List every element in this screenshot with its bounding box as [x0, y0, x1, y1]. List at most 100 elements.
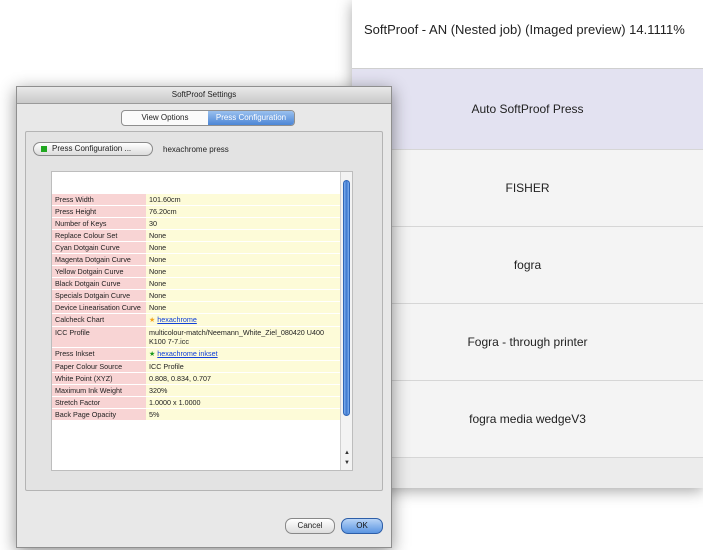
press-list: Auto SoftProof Press FISHER fogra Fogra - t…: [352, 69, 703, 458]
ok-button[interactable]: OK: [341, 518, 383, 534]
press-configuration-button[interactable]: Press Configuration ...: [33, 142, 153, 156]
table-row: Replace Colour Set None: [52, 229, 340, 242]
property-value: multicolour-match/Neemann_White_Ziel_080…: [149, 328, 324, 346]
property-key: Replace Colour Set: [52, 229, 146, 242]
table-row: Black Dotgain Curve None: [52, 277, 340, 290]
property-value-cell: 30: [146, 217, 340, 230]
property-value: None: [149, 303, 167, 312]
property-value-cell: ★ hexachrome inkset: [146, 347, 340, 361]
press-list-item[interactable]: Fogra - through printer: [352, 304, 703, 381]
property-key: Press Width: [52, 194, 146, 206]
property-value: 0.808, 0.834, 0.707: [149, 374, 211, 383]
table-row: White Point (XYZ) 0.808, 0.834, 0.707: [52, 372, 340, 385]
table-row: Calcheck Chart ★ hexachrome: [52, 313, 340, 327]
table-row: Stretch Factor 1.0000 x 1.0000: [52, 396, 340, 409]
press-list-item[interactable]: fogra media wedgeV3: [352, 381, 703, 458]
table-row: Cyan Dotgain Curve None: [52, 241, 340, 254]
scroll-arrows[interactable]: ▲ ▼: [341, 448, 352, 470]
softproof-list-window: SoftProof - AN (Nested job) (Imaged prev…: [352, 0, 703, 488]
table-row: Press Height 76.20cm: [52, 205, 340, 218]
softproof-settings-dialog: SoftProof Settings View Options Press Co…: [16, 86, 392, 548]
property-value: None: [149, 267, 167, 276]
property-key: Specials Dotgain Curve: [52, 289, 146, 302]
property-value: 30: [149, 219, 157, 228]
property-value-cell: 5%: [146, 408, 340, 421]
green-star-icon: ★: [149, 351, 156, 358]
press-configuration-button-label: Press Configuration ...: [52, 144, 132, 153]
scroll-up-arrow-icon[interactable]: ▲: [341, 448, 352, 458]
property-key: Magenta Dotgain Curve: [52, 253, 146, 266]
table-row: Yellow Dotgain Curve None: [52, 265, 340, 278]
table-row: Specials Dotgain Curve None: [52, 289, 340, 302]
table-row: Press Width 101.60cm: [52, 194, 340, 206]
property-value-cell: None: [146, 301, 340, 314]
property-value-link[interactable]: hexachrome: [157, 315, 197, 324]
property-value: 76.20cm: [149, 207, 177, 216]
property-value-cell: 0.808, 0.834, 0.707: [146, 372, 340, 385]
property-value: 101.60cm: [149, 195, 181, 204]
property-value-cell: None: [146, 277, 340, 290]
table-row: Paper Colour Source ICC Profile: [52, 360, 340, 373]
property-value-cell: None: [146, 241, 340, 254]
property-value: None: [149, 243, 167, 252]
property-value-cell: None: [146, 265, 340, 278]
property-key: Stretch Factor: [52, 396, 146, 409]
property-key: ICC Profile: [52, 326, 146, 348]
property-value-cell: ICC Profile: [146, 360, 340, 373]
list-window-title: SoftProof - AN (Nested job) (Imaged prev…: [352, 0, 703, 69]
property-value: None: [149, 279, 167, 288]
table-row: Press Inkset ★ hexachrome inkset: [52, 347, 340, 361]
properties-table: Press Width 101.60cm Press Height 76.20cm Nu…: [52, 194, 340, 421]
property-key: White Point (XYZ): [52, 372, 146, 385]
property-value: None: [149, 291, 167, 300]
press-list-item[interactable]: fogra: [352, 227, 703, 304]
table-row: ICC Profile multicolour-match/Neemann_Whi…: [52, 326, 340, 348]
property-value: ICC Profile: [149, 362, 184, 371]
properties-table-container: Press Width 101.60cm Press Height 76.20cm Nu…: [51, 171, 353, 471]
property-value-cell: ★ hexachrome: [146, 313, 340, 327]
property-key: Black Dotgain Curve: [52, 277, 146, 290]
property-value-cell: 101.60cm: [146, 194, 340, 206]
green-status-icon: [41, 146, 47, 152]
press-list-item[interactable]: Auto SoftProof Press: [352, 69, 703, 150]
cancel-button[interactable]: Cancel: [285, 518, 335, 534]
orange-star-icon: ★: [149, 317, 156, 324]
property-value-cell: 1.0000 x 1.0000: [146, 396, 340, 409]
property-key: Number of Keys: [52, 217, 146, 230]
property-key: Yellow Dotgain Curve: [52, 265, 146, 278]
table-row: Device Linearisation Curve None: [52, 301, 340, 314]
property-key: Cyan Dotgain Curve: [52, 241, 146, 254]
tab-bar: View Options Press Configuration: [121, 110, 295, 126]
dialog-title: SoftProof Settings: [17, 87, 391, 104]
property-key: Press Height: [52, 205, 146, 218]
property-key: Device Linearisation Curve: [52, 301, 146, 314]
tab-press-configuration[interactable]: Press Configuration: [208, 111, 294, 125]
property-value-cell: None: [146, 229, 340, 242]
table-row: Back Page Opacity 5%: [52, 408, 340, 421]
property-value: 320%: [149, 386, 168, 395]
property-value: 5%: [149, 410, 160, 419]
property-key: Paper Colour Source: [52, 360, 146, 373]
property-value-cell: None: [146, 289, 340, 302]
property-value-cell: 76.20cm: [146, 205, 340, 218]
property-value-cell: None: [146, 253, 340, 266]
table-row: Maximum Ink Weight 320%: [52, 384, 340, 397]
tab-view-options[interactable]: View Options: [122, 111, 208, 125]
property-value: 1.0000 x 1.0000: [149, 398, 201, 407]
property-value: None: [149, 255, 167, 264]
press-list-item[interactable]: FISHER: [352, 150, 703, 227]
table-row: Magenta Dotgain Curve None: [52, 253, 340, 266]
property-value-cell: 320%: [146, 384, 340, 397]
property-value-cell: multicolour-match/Neemann_White_Ziel_080…: [146, 326, 340, 348]
property-key: Back Page Opacity: [52, 408, 146, 421]
vertical-scrollbar[interactable]: ▲ ▼: [340, 172, 352, 470]
property-value: None: [149, 231, 167, 240]
scrollbar-thumb[interactable]: [343, 180, 350, 416]
property-value-link[interactable]: hexachrome inkset: [157, 349, 217, 358]
property-key: Calcheck Chart: [52, 313, 146, 327]
table-row: Number of Keys 30: [52, 217, 340, 230]
scroll-down-arrow-icon[interactable]: ▼: [341, 458, 352, 468]
press-name-label: hexachrome press: [163, 145, 229, 154]
property-key: Maximum Ink Weight: [52, 384, 146, 397]
property-key: Press Inkset: [52, 347, 146, 361]
